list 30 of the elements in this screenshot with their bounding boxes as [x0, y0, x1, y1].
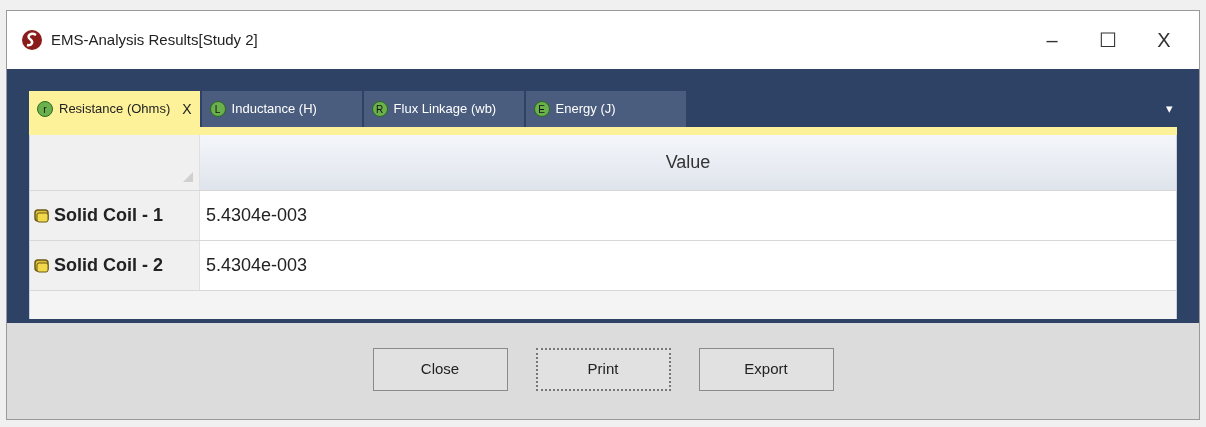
letter-badge-icon: r — [37, 101, 53, 117]
maximize-button[interactable]: ☐ — [1087, 25, 1129, 55]
dialog-button[interactable]: Print — [535, 347, 671, 391]
tab-menu-dropdown[interactable]: ▾ — [1166, 99, 1177, 119]
letter-badge-icon: E — [533, 101, 550, 117]
tab[interactable]: R Flux Linkage (wb) — [363, 91, 524, 127]
row-label: Solid Coil - 2 — [54, 254, 163, 277]
letter-badge-icon: R — [371, 101, 388, 117]
window-close-button[interactable]: X — [1143, 25, 1185, 55]
minimize-button[interactable]: – — [1031, 25, 1073, 55]
dialog-button[interactable]: Close — [372, 347, 508, 391]
app-logo-icon — [21, 29, 43, 51]
select-all-icon — [183, 172, 193, 182]
tab-close-button[interactable]: X — [182, 98, 192, 120]
letter-badge-icon: L — [209, 101, 226, 117]
tab-label: Inductance (H) — [231, 100, 317, 119]
tab-label: Flux Linkage (wb) — [393, 100, 497, 119]
solid-body-icon — [34, 208, 50, 223]
tab[interactable]: L Inductance (H) — [201, 91, 362, 127]
row-label: Solid Coil - 1 — [54, 204, 163, 227]
tab-label: Resistance (Ohms) — [59, 100, 171, 119]
table-cell: 5.4304e-003 — [200, 241, 1176, 290]
tab-label: Energy (J) — [555, 100, 616, 119]
column-header: Value — [200, 135, 1176, 190]
tab[interactable]: r Resistance (Ohms) X — [29, 91, 200, 127]
window-title: EMS-Analysis Results[Study 2] — [51, 29, 258, 50]
tab[interactable]: E Energy (J) — [525, 91, 686, 127]
solid-body-icon — [34, 258, 50, 273]
table-cell: 5.4304e-003 — [200, 191, 1176, 240]
dialog-button[interactable]: Export — [698, 347, 834, 391]
